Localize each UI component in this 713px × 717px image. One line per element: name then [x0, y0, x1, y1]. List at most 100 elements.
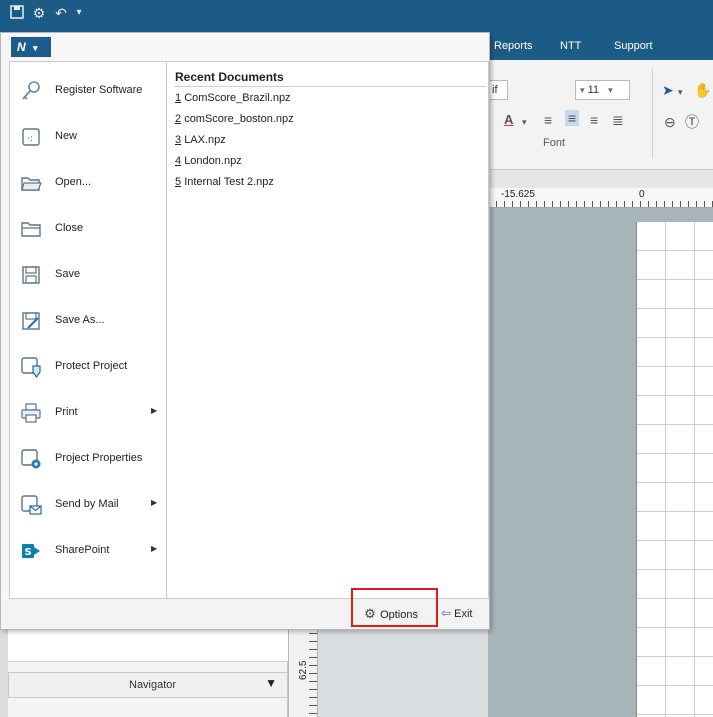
application-menu: N ▾ Register Software ·: New Open... Clo… — [0, 32, 490, 630]
menu-item-open[interactable]: Open... — [10, 160, 166, 206]
menu-item-label: Print — [55, 406, 78, 418]
align-right-icon[interactable]: ≡ — [590, 112, 598, 128]
recent-documents-title: Recent Documents — [175, 70, 284, 84]
recent-document-item[interactable]: 4 London.npz — [175, 155, 242, 167]
recent-documents-pane: Recent Documents 1 ComScore_Brazil.npz 2… — [168, 62, 488, 598]
menu-item-send-by-mail[interactable]: Send by Mail ▶ — [10, 482, 166, 528]
menu-item-sharepoint[interactable]: S SharePoint ▶ — [10, 528, 166, 574]
mail-icon — [20, 494, 42, 516]
menu-item-register-software[interactable]: Register Software — [10, 68, 166, 114]
ruler-ticks — [309, 617, 317, 717]
recent-document-number: 3 — [175, 134, 182, 146]
drawing-page[interactable] — [636, 222, 713, 717]
chevron-down-icon[interactable]: ▾ — [678, 84, 683, 100]
application-menu-header: N ▾ — [1, 33, 489, 61]
recent-document-name: London.npz — [184, 155, 242, 167]
menu-item-label: Save As... — [55, 314, 105, 326]
customize-icon[interactable]: ▾ — [70, 4, 88, 22]
undo-icon[interactable]: ↶ — [52, 4, 70, 22]
menu-commands-pane: Register Software ·: New Open... Close S… — [10, 62, 167, 598]
exit-icon: ⇦ — [441, 606, 452, 620]
divider — [174, 86, 486, 87]
protect-icon — [20, 356, 42, 379]
title-bar: ⚙ ↶ ▾ — [0, 0, 713, 32]
submenu-arrow-icon: ▶ — [151, 498, 158, 507]
submenu-arrow-icon: ▶ — [151, 406, 158, 415]
ruler-label: 0 — [638, 189, 646, 200]
menu-item-save[interactable]: Save — [10, 252, 166, 298]
menu-item-label: New — [55, 130, 78, 142]
application-menu-body: Register Software ·: New Open... Close S… — [9, 61, 489, 599]
menu-item-protect-project[interactable]: Protect Project — [10, 344, 166, 390]
tab-reports[interactable]: Reports — [494, 40, 533, 52]
text-box-icon[interactable]: Ⓣ — [685, 114, 699, 130]
horizontal-ruler: -15.625 0 — [488, 188, 713, 208]
menu-item-save-as[interactable]: Save As... — [10, 298, 166, 344]
gear-icon[interactable]: ⚙ — [30, 4, 48, 22]
save-icon[interactable] — [8, 4, 26, 22]
ruler-ticks — [488, 201, 713, 207]
ribbon-separator — [652, 68, 653, 158]
menu-item-label: Save — [55, 268, 81, 280]
properties-icon — [20, 448, 42, 470]
app-logo: N — [17, 40, 26, 54]
ruler-label: -15.625 — [500, 189, 536, 200]
recent-document-item[interactable]: 5 Internal Test 2.npz — [175, 176, 274, 188]
exit-label: Exit — [454, 608, 473, 620]
key-icon — [20, 80, 42, 102]
recent-document-number: 5 — [175, 176, 182, 188]
font-name-combo[interactable]: if — [488, 80, 508, 100]
recent-document-name: Internal Test 2.npz — [184, 176, 274, 188]
options-highlight-box — [351, 588, 438, 627]
svg-text:·:: ·: — [27, 134, 33, 144]
ruler-label: 62.5 — [298, 660, 309, 680]
menu-item-label: Project Properties — [55, 452, 143, 464]
align-center-icon[interactable]: ≡ — [565, 110, 580, 126]
recent-document-item[interactable]: 1 ComScore_Brazil.npz — [175, 92, 291, 104]
justify-icon[interactable]: ≣ — [612, 112, 624, 128]
save-icon — [20, 264, 42, 286]
application-menu-button[interactable]: N ▾ — [11, 37, 51, 57]
exit-button[interactable]: ⇦ Exit — [441, 606, 472, 626]
chevron-down-icon: ▾ — [33, 43, 38, 53]
font-name-value: if — [492, 84, 498, 96]
menu-item-close[interactable]: Close — [10, 206, 166, 252]
shape-connector-icon[interactable]: ⊖ — [664, 114, 676, 130]
recent-document-name: LAX.npz — [184, 134, 226, 146]
chevron-down-icon: ▾ — [608, 85, 613, 95]
menu-item-project-properties[interactable]: Project Properties — [10, 436, 166, 482]
menu-item-label: Register Software — [55, 84, 143, 96]
menu-item-label: Send by Mail — [55, 498, 119, 510]
save-as-icon — [20, 310, 42, 332]
sharepoint-icon: S — [20, 540, 42, 562]
font-size-value: 11 — [587, 84, 600, 96]
menu-item-label: SharePoint — [55, 544, 110, 556]
printer-icon — [20, 402, 42, 424]
font-group-caption: Font — [543, 137, 566, 149]
recent-document-item[interactable]: 3 LAX.npz — [175, 134, 226, 146]
menu-item-label: Close — [55, 222, 84, 234]
navigator-label: Navigator — [129, 679, 177, 691]
chevron-down-icon: ▼ — [265, 676, 277, 690]
pointer-tool-icon[interactable]: ➤ — [662, 82, 674, 98]
navigator-dropdown[interactable]: Navigator ▼ — [8, 672, 288, 698]
font-color-icon[interactable]: A — [504, 112, 513, 128]
menu-item-new[interactable]: ·: New — [10, 114, 166, 160]
chevron-down-icon[interactable]: ▾ — [522, 114, 527, 130]
tab-support[interactable]: Support — [614, 40, 653, 52]
pan-tool-icon[interactable]: ✋ — [694, 82, 711, 98]
recent-document-name: ComScore_Brazil.npz — [184, 92, 291, 104]
tab-ntt[interactable]: NTT — [560, 40, 581, 52]
menu-item-label: Protect Project — [55, 360, 128, 372]
close-folder-icon — [20, 218, 42, 240]
open-folder-icon — [20, 172, 42, 194]
chevron-down-icon: ▾ — [580, 85, 585, 95]
new-document-icon: ·: — [20, 126, 42, 148]
menu-item-print[interactable]: Print ▶ — [10, 390, 166, 436]
align-left-icon[interactable]: ≡ — [544, 112, 552, 128]
svg-text:S: S — [25, 547, 32, 558]
recent-document-number: 2 — [175, 113, 182, 125]
font-size-combo[interactable]: ▾ 11 ▾ — [575, 80, 630, 100]
ribbon-bottom-strip — [488, 170, 713, 188]
recent-document-item[interactable]: 2 comScore_boston.npz — [175, 113, 294, 125]
